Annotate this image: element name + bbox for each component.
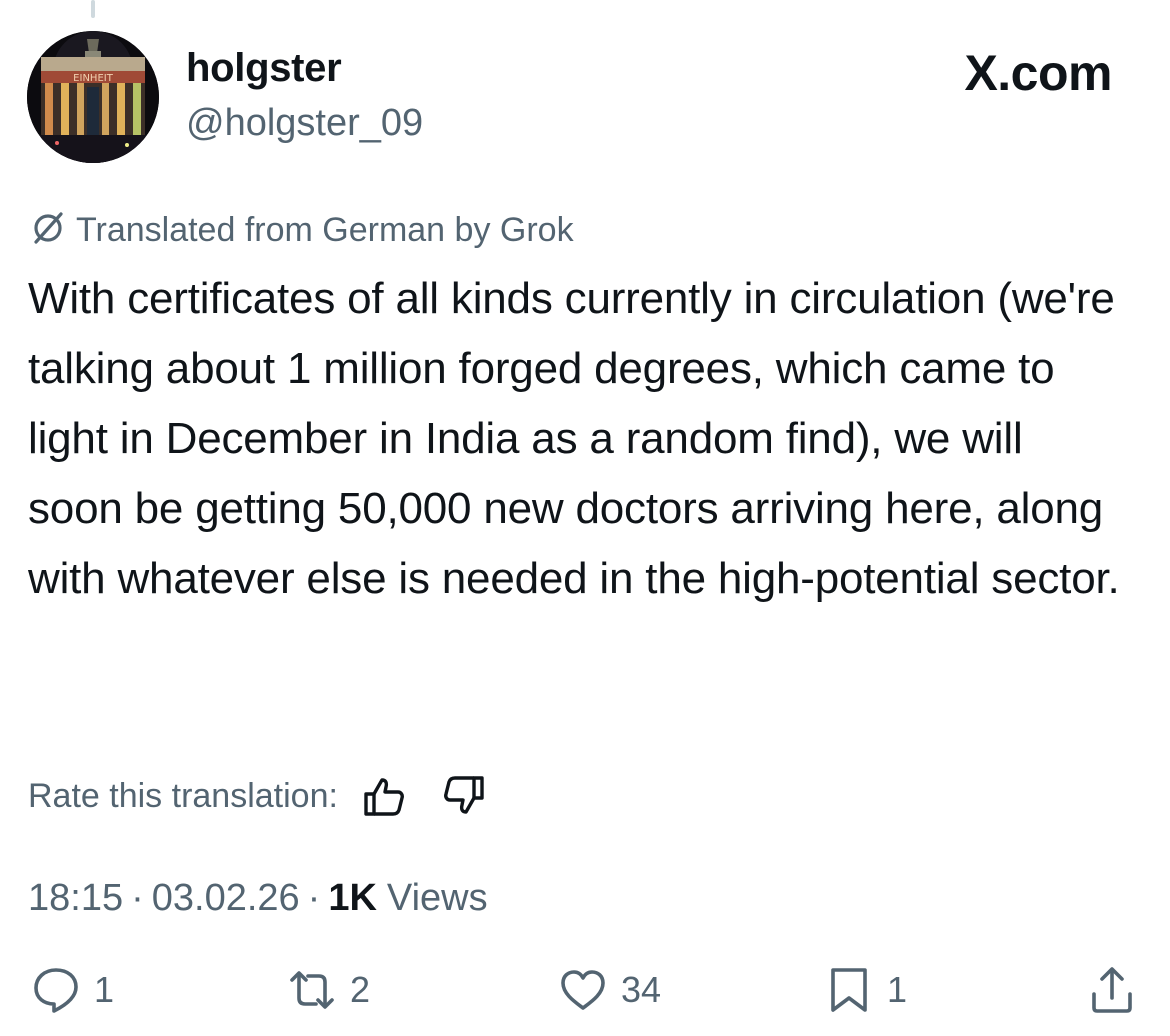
rate-translation-label: Rate this translation:: [28, 777, 338, 815]
translation-note: Translated from German by Grok: [28, 207, 574, 253]
like-count: 34: [621, 969, 662, 1010]
avatar[interactable]: EINHEIT: [27, 31, 159, 163]
x-com-watermark: X.com: [964, 45, 1112, 101]
grok-slash-icon: [28, 207, 68, 253]
post-page: EINHEIT holgster @holgster_09 X.com Tran…: [0, 0, 1170, 1036]
heart-icon: [561, 970, 605, 1010]
like-button[interactable]: 34: [557, 964, 661, 1016]
rate-translation: Rate this translation:: [28, 772, 488, 820]
meta-separator: ·: [307, 877, 321, 919]
thumbs-up-icon: [364, 778, 404, 816]
thread-connector-line: [91, 0, 95, 18]
avatar-image: EINHEIT: [27, 31, 159, 163]
post-text: With certificates of all kinds currently…: [28, 274, 1120, 603]
views-count[interactable]: 1K: [328, 879, 377, 917]
post-time[interactable]: 18:15: [28, 879, 123, 917]
thumbs-down-button[interactable]: [440, 772, 488, 820]
action-bar: 1 2 34 1: [0, 964, 1170, 1036]
post-date[interactable]: 03.02.26: [152, 879, 300, 917]
repost-count: 2: [350, 969, 371, 1010]
author-display-name[interactable]: holgster: [186, 48, 342, 88]
thumbs-down-icon: [443, 776, 484, 814]
views-label[interactable]: Views: [387, 879, 488, 917]
thumbs-up-button[interactable]: [360, 772, 408, 820]
reply-count: 1: [94, 969, 115, 1010]
bookmark-button[interactable]: 1: [823, 964, 907, 1016]
translation-note-label: Translated from German by Grok: [76, 211, 574, 249]
bookmark-count: 1: [887, 969, 908, 1010]
bookmark-icon: [831, 968, 867, 1012]
meta-separator: ·: [131, 877, 144, 919]
share-icon: [1092, 967, 1132, 1013]
svg-text:EINHEIT: EINHEIT: [73, 73, 114, 84]
repost-button[interactable]: 2: [286, 964, 370, 1016]
reply-icon: [34, 968, 78, 1013]
share-button[interactable]: [1086, 964, 1138, 1016]
author-handle[interactable]: @holgster_09: [186, 104, 423, 142]
reply-button[interactable]: 1: [30, 964, 114, 1016]
repost-icon: [290, 971, 334, 1009]
post-meta: 18:15 · 03.02.26 · 1K Views: [28, 879, 488, 917]
